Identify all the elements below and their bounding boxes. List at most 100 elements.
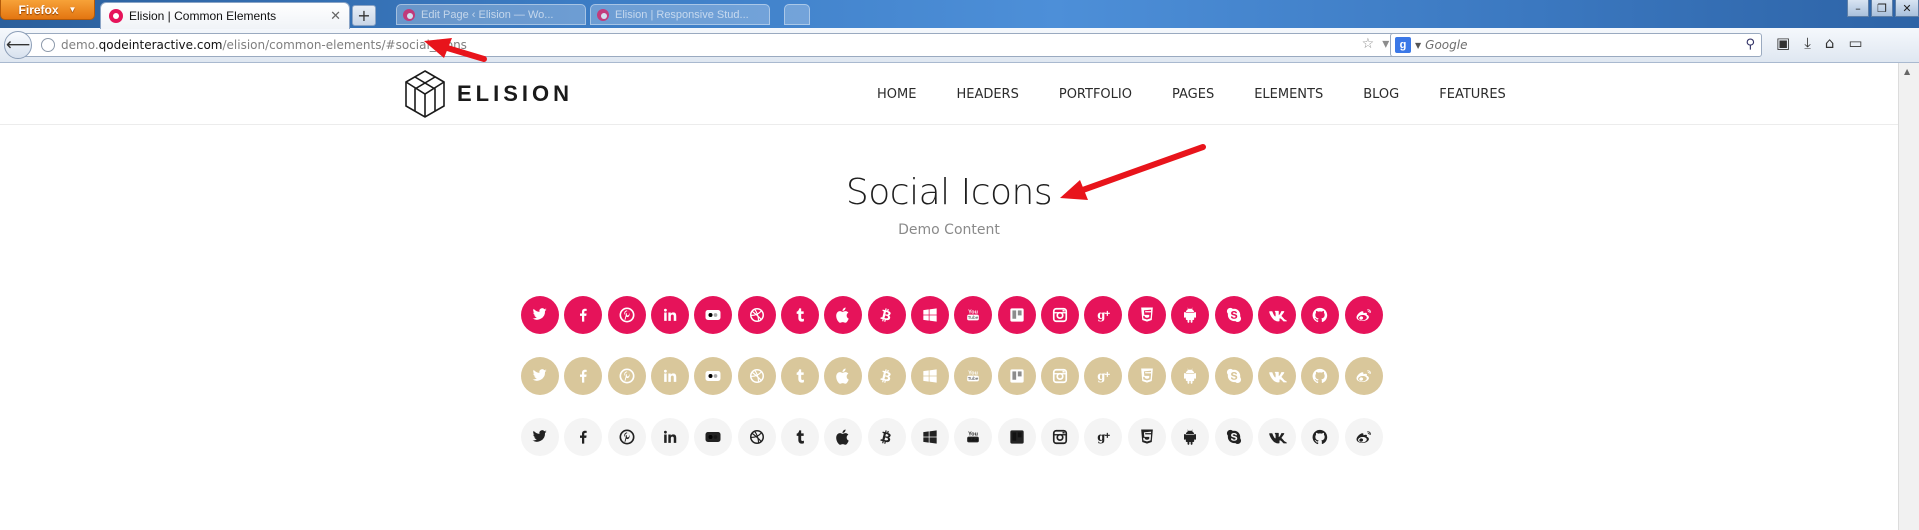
- youtube-social-link[interactable]: You Tube: [954, 357, 993, 395]
- svg-text:g: g: [1098, 369, 1106, 383]
- dropdown-icon[interactable]: ▾: [1382, 36, 1389, 52]
- instagram-social-link[interactable]: [1041, 357, 1080, 395]
- twitter-social-link[interactable]: [521, 296, 559, 334]
- tab-background-2[interactable]: Elision | Responsive Stud...: [590, 4, 770, 25]
- skype-social-link[interactable]: [1214, 418, 1253, 456]
- github-social-link[interactable]: [1301, 357, 1340, 395]
- new-tab-button[interactable]: +: [352, 5, 376, 26]
- github-social-link[interactable]: [1301, 296, 1340, 334]
- bitcoin-social-link[interactable]: [867, 418, 906, 456]
- window-close-icon[interactable]: ✕: [1895, 0, 1919, 17]
- menu-item-blog[interactable]: BLOG: [1363, 87, 1399, 102]
- bitcoin-social-link[interactable]: [867, 357, 906, 395]
- tumblr-social-link[interactable]: [781, 296, 820, 334]
- skype-social-link[interactable]: [1214, 296, 1253, 334]
- search-input[interactable]: Google: [1425, 38, 1467, 52]
- android-social-link[interactable]: [1171, 357, 1210, 395]
- minimize-icon[interactable]: –: [1847, 0, 1869, 17]
- html5-social-link[interactable]: [1127, 296, 1166, 334]
- apple-social-link[interactable]: [824, 418, 863, 456]
- maximize-icon[interactable]: ❐: [1871, 0, 1893, 17]
- download-icon[interactable]: ⤓: [1804, 34, 1811, 52]
- instagram-social-link[interactable]: [1041, 418, 1080, 456]
- back-button[interactable]: ⟵: [4, 31, 32, 59]
- facebook-social-link[interactable]: [564, 418, 603, 456]
- android-social-link[interactable]: [1171, 418, 1210, 456]
- windows-social-link[interactable]: [911, 418, 950, 456]
- close-icon[interactable]: ✕: [330, 8, 341, 24]
- linkedin-social-link[interactable]: [651, 296, 690, 334]
- logo-text: ELISION: [457, 81, 574, 106]
- home-icon[interactable]: ⌂: [1825, 34, 1835, 52]
- windows-social-link[interactable]: [911, 357, 950, 395]
- scroll-up-icon[interactable]: ▲: [1904, 67, 1910, 76]
- flickr-social-link[interactable]: [694, 357, 733, 395]
- vk-social-link[interactable]: [1257, 418, 1296, 456]
- instagram-social-link[interactable]: [1041, 296, 1080, 334]
- youtube-social-link[interactable]: You Tube: [954, 296, 993, 334]
- pinterest-social-link[interactable]: [607, 296, 646, 334]
- instagram-icon: [1053, 429, 1068, 445]
- vk-icon: [1269, 371, 1287, 383]
- google-plus-social-link[interactable]: g: [1084, 357, 1123, 395]
- apple-social-link[interactable]: [824, 357, 863, 395]
- linkedin-social-link[interactable]: [651, 357, 690, 395]
- weibo-social-link[interactable]: [1344, 296, 1383, 334]
- firefox-menu-button[interactable]: Firefox ▼: [0, 0, 95, 20]
- dribbble-social-link[interactable]: [737, 357, 776, 395]
- chevron-down-icon[interactable]: ▼: [1415, 41, 1421, 50]
- windows-social-link[interactable]: [911, 296, 950, 334]
- page-scrollbar[interactable]: ▲: [1898, 63, 1919, 530]
- url-domain: qodeinteractive.com: [98, 38, 223, 52]
- apple-social-link[interactable]: [824, 296, 863, 334]
- menu-item-portfolio[interactable]: PORTFOLIO: [1059, 87, 1132, 102]
- trello-social-link[interactable]: [997, 296, 1036, 334]
- trello-social-link[interactable]: [997, 357, 1036, 395]
- bookmarks-icon[interactable]: ▣: [1776, 34, 1790, 52]
- linkedin-social-link[interactable]: [651, 418, 690, 456]
- android-social-link[interactable]: [1171, 296, 1210, 334]
- weibo-social-link[interactable]: [1344, 418, 1383, 456]
- menu-item-pages[interactable]: PAGES: [1172, 87, 1214, 102]
- search-icon[interactable]: ⚲: [1745, 37, 1755, 52]
- twitter-social-link[interactable]: [521, 418, 559, 456]
- youtube-social-link[interactable]: You Tube: [954, 418, 993, 456]
- pinterest-social-link[interactable]: [607, 418, 646, 456]
- vk-social-link[interactable]: [1257, 296, 1296, 334]
- menu-item-features[interactable]: FEATURES: [1439, 87, 1506, 102]
- menu-item-home[interactable]: HOME: [877, 87, 916, 102]
- weibo-social-link[interactable]: [1344, 357, 1383, 395]
- flickr-social-link[interactable]: [694, 418, 733, 456]
- url-path: /elision/common-elements/#social_icons: [222, 38, 467, 52]
- tab-background-3[interactable]: [784, 4, 810, 25]
- tab-active[interactable]: Elision | Common Elements ✕: [100, 2, 350, 29]
- html5-social-link[interactable]: [1127, 357, 1166, 395]
- menu-item-elements[interactable]: ELEMENTS: [1254, 87, 1323, 102]
- pinterest-social-link[interactable]: [607, 357, 646, 395]
- google-plus-social-link[interactable]: g: [1084, 418, 1123, 456]
- star-icon[interactable]: ☆: [1362, 36, 1375, 52]
- url-bar[interactable]: demo. qodeinteractive.com/elision/common-…: [22, 33, 1418, 57]
- facebook-social-link[interactable]: [564, 296, 603, 334]
- html5-social-link[interactable]: [1127, 418, 1166, 456]
- site-logo[interactable]: ELISION: [403, 69, 573, 119]
- trello-social-link[interactable]: [997, 418, 1036, 456]
- tumblr-social-link[interactable]: [781, 418, 820, 456]
- google-icon[interactable]: g: [1395, 37, 1411, 53]
- skype-social-link[interactable]: [1214, 357, 1253, 395]
- window-controls: – ❐ ✕: [1847, 0, 1919, 17]
- tab-background-1[interactable]: Edit Page ‹ Elision — Wo...: [396, 4, 586, 25]
- google-plus-social-link[interactable]: g: [1084, 296, 1123, 334]
- twitter-social-link[interactable]: [521, 357, 559, 395]
- facebook-social-link[interactable]: [564, 357, 603, 395]
- window-icon[interactable]: ▭: [1848, 34, 1862, 52]
- dribbble-social-link[interactable]: [737, 418, 776, 456]
- bitcoin-social-link[interactable]: [867, 296, 906, 334]
- dribbble-social-link[interactable]: [737, 296, 776, 334]
- tumblr-social-link[interactable]: [781, 357, 820, 395]
- flickr-social-link[interactable]: [694, 296, 733, 334]
- search-bar[interactable]: g ▼ Google ⚲: [1390, 33, 1762, 57]
- menu-item-headers[interactable]: HEADERS: [956, 87, 1018, 102]
- vk-social-link[interactable]: [1257, 357, 1296, 395]
- github-social-link[interactable]: [1301, 418, 1340, 456]
